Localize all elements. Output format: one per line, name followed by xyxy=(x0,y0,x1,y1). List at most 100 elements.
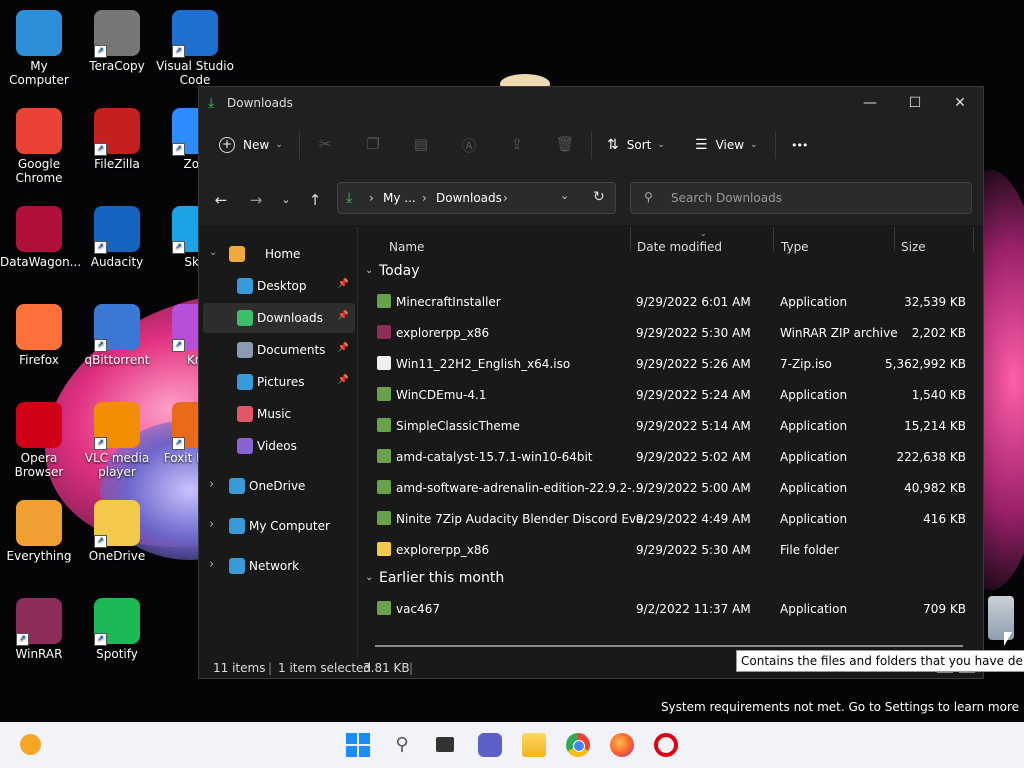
copy-icon[interactable]: ❐ xyxy=(363,135,383,155)
breadcrumb-my-computer[interactable]: My ... xyxy=(383,191,416,205)
file-type: File folder xyxy=(780,543,839,557)
paste-icon[interactable]: ▤ xyxy=(411,135,431,155)
sort-button[interactable]: ⇅ Sort ⌄ xyxy=(607,133,665,157)
file-row[interactable]: SimpleClassicTheme 9/29/2022 5:14 AM Appli… xyxy=(369,411,969,442)
maximize-button[interactable]: ☐ xyxy=(900,93,930,113)
rename-icon[interactable]: Ⓐ xyxy=(459,135,479,155)
desktop-icon[interactable]: My Computer xyxy=(0,10,78,87)
column-divider[interactable] xyxy=(973,227,974,251)
file-row[interactable]: explorerpp_x86 9/29/2022 5:30 AM File fold… xyxy=(369,535,969,566)
column-header-name[interactable]: Name xyxy=(389,240,424,254)
desktop-icon[interactable]: ↗ Visual Studio Code xyxy=(156,10,234,87)
file-size: 32,539 KB xyxy=(904,295,966,309)
chevron-down-icon[interactable]: ⌄ xyxy=(209,247,217,258)
file-explorer-icon[interactable] xyxy=(522,733,546,757)
chevron-right-icon[interactable]: › xyxy=(209,557,214,572)
desktop-icon[interactable]: ↗ OneDrive xyxy=(78,500,156,563)
file-row[interactable]: MinecraftInstaller 9/29/2022 6:01 AM Appli… xyxy=(369,287,969,318)
group-header[interactable]: ⌄ Today xyxy=(365,263,420,279)
column-divider[interactable] xyxy=(630,227,631,251)
sidebar-item-my-computer[interactable]: › My Computer xyxy=(199,511,355,541)
close-button[interactable]: ✕ xyxy=(945,93,975,113)
new-button[interactable]: + New ⌄ xyxy=(219,133,283,157)
sidebar-item-downloads[interactable]: Downloads 📌 xyxy=(203,303,355,333)
column-header-date[interactable]: Date modified xyxy=(637,240,722,254)
cut-icon[interactable]: ✂ xyxy=(315,135,335,155)
file-row[interactable]: vac467 9/2/2022 11:37 AM Application 709 KB xyxy=(369,594,969,625)
desktop-icon[interactable]: ↗ Spotify xyxy=(78,598,156,661)
chrome-center xyxy=(573,740,585,752)
desktop-icon[interactable]: Everything xyxy=(0,500,78,563)
column-divider[interactable] xyxy=(894,227,895,251)
horizontal-scrollbar[interactable] xyxy=(375,645,963,647)
sidebar-item-documents[interactable]: Documents 📌 xyxy=(199,335,355,365)
group-header[interactable]: ⌄ Earlier this month xyxy=(365,570,504,586)
desktop-icon-label: Firefox xyxy=(19,353,59,367)
shortcut-arrow-icon: ↗ xyxy=(172,437,185,450)
up-arrow-icon[interactable]: ↑ xyxy=(305,190,325,210)
sidebar-item-label: Downloads xyxy=(257,311,323,325)
file-row[interactable]: amd-catalyst-15.7.1-win10-64bit 9/29/2022… xyxy=(369,442,969,473)
desktop-icon[interactable]: DataWagon... xyxy=(0,206,81,269)
sidebar-item-onedrive[interactable]: › OneDrive xyxy=(199,471,355,501)
title-bar[interactable]: ⤓ Downloads — ☐ ✕ xyxy=(199,87,983,119)
recent-locations-icon[interactable]: ⌄ xyxy=(276,190,296,210)
home-icon xyxy=(229,246,245,262)
refresh-icon[interactable]: ↻ xyxy=(593,189,605,205)
file-type: Application xyxy=(780,295,848,309)
desktop-icon[interactable]: ↗ qBittorrent xyxy=(78,304,156,367)
share-icon[interactable]: ⇪ xyxy=(507,135,527,155)
minimize-button[interactable]: — xyxy=(855,93,885,113)
chevron-right-icon[interactable]: › xyxy=(209,477,214,492)
address-bar[interactable]: ⤓ › My ... › Downloads › ⌄ ↻ xyxy=(337,182,616,214)
start-icon[interactable] xyxy=(346,733,370,757)
file-row[interactable]: explorerpp_x86 9/29/2022 5:30 AM WinRAR ZI… xyxy=(369,318,969,349)
desktop-icon[interactable]: Google Chrome xyxy=(0,108,78,185)
breadcrumb-downloads[interactable]: Downloads xyxy=(436,191,502,205)
desktop-icon[interactable]: ↗ TeraCopy xyxy=(78,10,156,73)
opera-icon[interactable] xyxy=(654,733,678,757)
forward-arrow-icon[interactable]: → xyxy=(246,190,266,210)
file-size: 416 KB xyxy=(923,512,966,526)
desktop-icon-label: TeraCopy xyxy=(89,59,145,73)
column-header-type[interactable]: Type xyxy=(781,240,809,254)
desktop-icon[interactable]: Firefox xyxy=(0,304,78,367)
column-header-size[interactable]: Size xyxy=(901,240,926,254)
search-icon[interactable]: ⚲ xyxy=(390,733,414,757)
task-view-icon[interactable] xyxy=(434,733,458,757)
status-divider: | xyxy=(409,661,414,675)
search-box[interactable]: ⚲ Search Downloads xyxy=(630,182,972,214)
selection-count: 1 item selected xyxy=(278,661,372,675)
firefox-icon[interactable] xyxy=(610,733,634,757)
sidebar-item-desktop[interactable]: Desktop 📌 xyxy=(199,271,355,301)
view-button[interactable]: ☰ View ⌄ xyxy=(695,133,758,157)
desktop-icon[interactable]: Opera Browser xyxy=(0,402,78,479)
file-icon xyxy=(377,542,391,556)
file-row[interactable]: amd-software-adrenalin-edition-22.9.2-..… xyxy=(369,473,969,504)
file-row[interactable]: WinCDEmu-4.1 9/29/2022 5:24 AM Application… xyxy=(369,380,969,411)
file-explorer-window: ⤓ Downloads — ☐ ✕ + New ⌄ ✂ ❐ ▤ Ⓐ ⇪ 🗑 ⇅ … xyxy=(198,86,984,679)
sidebar-item-videos[interactable]: Videos xyxy=(199,431,355,461)
audacity-icon: ↗ xyxy=(94,206,140,254)
weather-icon[interactable] xyxy=(20,734,41,755)
sidebar-item-music[interactable]: Music xyxy=(199,399,355,429)
desktop-icon[interactable]: ↗ Audacity xyxy=(78,206,156,269)
file-row[interactable]: Win11_22H2_English_x64.iso 9/29/2022 5:26… xyxy=(369,349,969,380)
desktop-icon[interactable]: ↗ FileZilla xyxy=(78,108,156,171)
more-options-button[interactable]: ••• xyxy=(791,133,808,157)
file-row[interactable]: Ninite 7Zip Audacity Blender Discord Eve… xyxy=(369,504,969,535)
column-divider[interactable] xyxy=(773,227,774,251)
address-dropdown-icon[interactable]: ⌄ xyxy=(560,189,569,202)
chat-icon[interactable] xyxy=(478,733,502,757)
chrome-icon[interactable] xyxy=(566,733,590,757)
shortcut-arrow-icon: ↗ xyxy=(94,339,107,352)
downloads-folder-icon xyxy=(237,310,253,326)
sidebar-item-network[interactable]: › Network xyxy=(199,551,355,581)
chevron-right-icon[interactable]: › xyxy=(209,517,214,532)
delete-icon[interactable]: 🗑 xyxy=(555,135,575,155)
desktop-icon[interactable]: ↗ WinRAR xyxy=(0,598,78,661)
sidebar-item-home[interactable]: ⌄ Home xyxy=(199,239,355,269)
back-arrow-icon[interactable]: ← xyxy=(211,190,231,210)
sidebar-item-pictures[interactable]: Pictures 📌 xyxy=(199,367,355,397)
desktop-icon[interactable]: ↗ VLC media player xyxy=(78,402,156,479)
